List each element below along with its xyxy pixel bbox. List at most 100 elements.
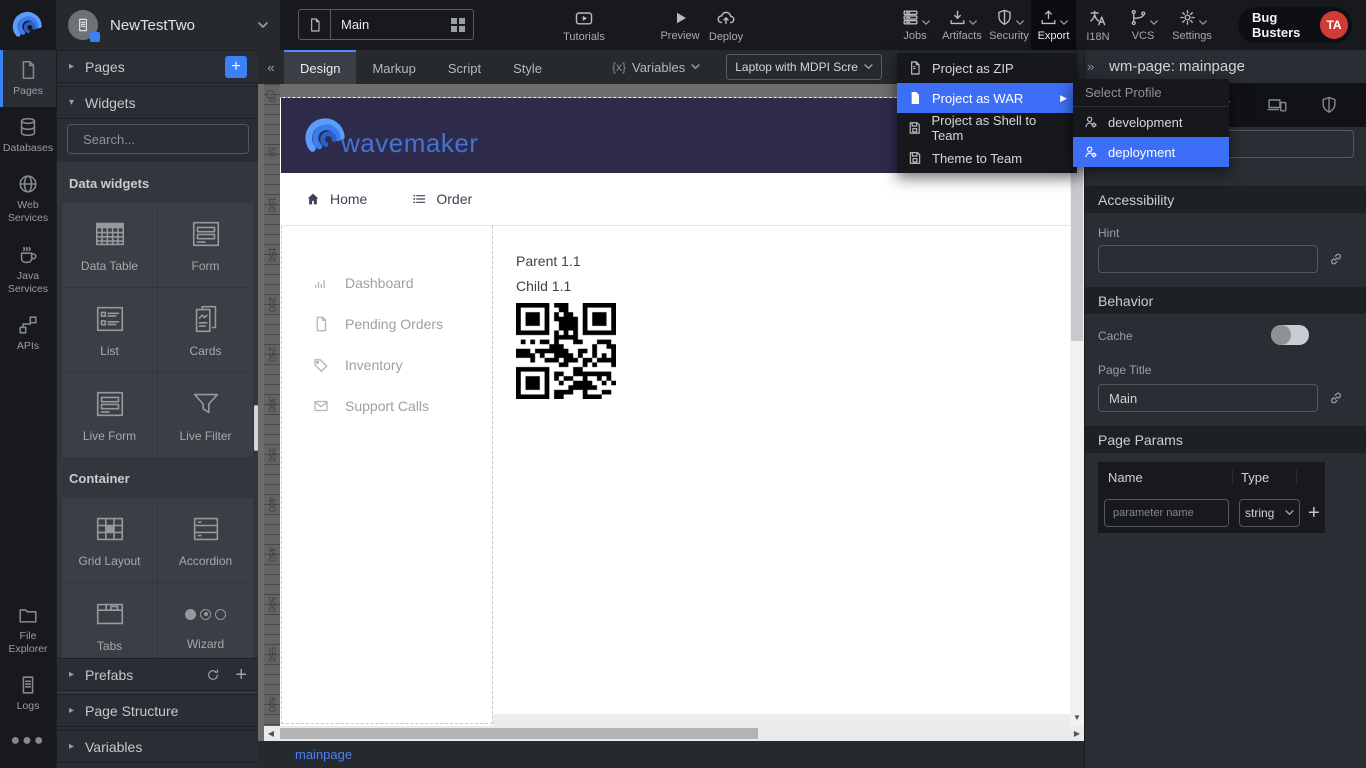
- tab-style[interactable]: Style: [497, 50, 558, 84]
- page-structure-section-header[interactable]: Page Structure: [57, 694, 259, 727]
- nav-item-home[interactable]: Home: [305, 191, 367, 207]
- scroll-left-arrow[interactable]: ◀: [264, 726, 278, 741]
- device-selector[interactable]: Laptop with MDPI Screen: [726, 54, 882, 80]
- add-page-button[interactable]: [225, 56, 247, 78]
- export-menu-button[interactable]: Export: [1031, 0, 1076, 50]
- jobs-menu-button[interactable]: Jobs: [893, 0, 937, 50]
- page-sidebar-item-inventory[interactable]: Inventory: [282, 344, 492, 385]
- page-sidebar-item-pending-orders[interactable]: Pending Orders: [282, 303, 492, 344]
- widget-search-input[interactable]: [83, 132, 259, 147]
- team-account-button[interactable]: Bug Busters TA: [1238, 7, 1352, 43]
- wavemaker-logo[interactable]: [0, 0, 56, 50]
- add-prefab-button[interactable]: +: [235, 668, 247, 682]
- preview-button[interactable]: Preview: [654, 0, 706, 50]
- collapse-right-panel-button[interactable]: [1087, 59, 1101, 74]
- param-type-select[interactable]: string: [1239, 499, 1300, 527]
- hint-input[interactable]: [1098, 245, 1318, 273]
- canvas-horizontal-scrollbar[interactable]: ◀ ▶: [264, 726, 1084, 741]
- sidebar-item-file-explorer[interactable]: File Explorer: [0, 595, 56, 665]
- download-icon: [948, 8, 967, 27]
- widget-tile-form[interactable]: Form: [158, 203, 253, 287]
- chevron-down-icon: [1016, 20, 1024, 26]
- widget-tile-live-form[interactable]: Live Form: [62, 373, 157, 457]
- widget-tile-wizard[interactable]: Wizard: [158, 583, 253, 667]
- artifacts-menu-button[interactable]: Artifacts: [937, 0, 987, 50]
- tab-devices-icon[interactable]: [1266, 95, 1288, 115]
- logs-icon: [17, 674, 39, 696]
- widget-tile-live-filter[interactable]: Live Filter: [158, 373, 253, 457]
- home-icon: [305, 191, 321, 207]
- scroll-right-arrow[interactable]: ▶: [1070, 726, 1084, 741]
- child-label[interactable]: Child 1.1: [516, 278, 1070, 294]
- widget-tile-cards[interactable]: Cards: [158, 288, 253, 372]
- tab-script[interactable]: Script: [432, 50, 497, 84]
- team-name: Bug Busters: [1252, 10, 1320, 40]
- tab-markup[interactable]: Markup: [356, 50, 431, 84]
- vcs-menu-button[interactable]: VCS: [1122, 0, 1164, 50]
- file-icon: [312, 315, 330, 333]
- pages-section-header[interactable]: Pages: [57, 50, 259, 83]
- avatar[interactable]: TA: [1320, 11, 1348, 39]
- active-page-link[interactable]: mainpage: [295, 747, 352, 762]
- sidebar-item-logs[interactable]: Logs: [0, 665, 56, 722]
- prefabs-section-header[interactable]: Prefabs +: [57, 658, 259, 691]
- open-page-tab[interactable]: Main: [298, 9, 474, 40]
- widget-tile-tabs[interactable]: Tabs: [62, 583, 157, 667]
- horizontal-scrollbar-thumb[interactable]: [280, 728, 758, 739]
- menu-item-project-as-zip[interactable]: Project as ZIP: [897, 53, 1077, 83]
- sidebar-item-pages[interactable]: Pages: [0, 50, 56, 107]
- page-sidebar-widget[interactable]: Dashboard Pending Orders Inventory Suppo…: [281, 226, 493, 724]
- settings-menu-button[interactable]: Settings: [1166, 0, 1218, 50]
- widget-tile-data-table[interactable]: Data Table: [62, 203, 157, 287]
- accessibility-section-header[interactable]: Accessibility: [1085, 186, 1366, 213]
- chevron-down-icon[interactable]: [258, 22, 268, 29]
- security-menu-button[interactable]: Security: [985, 0, 1033, 50]
- i18n-button[interactable]: I18N: [1078, 0, 1118, 50]
- variables-dropdown-button[interactable]: {x} Variables: [612, 60, 700, 75]
- nav-item-order[interactable]: Order: [411, 191, 472, 207]
- variables-section-header[interactable]: Variables: [57, 730, 259, 763]
- collapse-left-panel-button[interactable]: [262, 60, 280, 75]
- tab-design[interactable]: Design: [284, 50, 356, 84]
- widgets-section-header[interactable]: Widgets: [57, 86, 259, 119]
- menu-item-development-profile[interactable]: development: [1073, 107, 1229, 137]
- page-sidebar-item-support-calls[interactable]: Support Calls: [282, 385, 492, 426]
- more-options-button[interactable]: ●●●: [0, 722, 56, 760]
- scroll-down-arrow[interactable]: [1070, 712, 1084, 724]
- sidebar-item-apis[interactable]: APIs: [0, 305, 56, 362]
- deploy-button[interactable]: Deploy: [702, 0, 750, 50]
- canvas-vertical-scrollbar[interactable]: [1070, 85, 1084, 726]
- page-content-widget[interactable]: Parent 1.1 Child 1.1: [493, 226, 1070, 726]
- widget-tile-list[interactable]: List: [62, 288, 157, 372]
- project-switcher[interactable]: NewTestTwo: [56, 0, 280, 50]
- tutorials-button[interactable]: Tutorials: [556, 0, 612, 50]
- add-param-button[interactable]: [1308, 502, 1320, 525]
- page-title-input[interactable]: [1098, 384, 1318, 412]
- bind-property-link-icon[interactable]: [1327, 250, 1345, 268]
- youtube-icon: [574, 8, 594, 28]
- grid-view-icon[interactable]: [451, 18, 465, 32]
- pages-icon: [17, 59, 39, 81]
- parent-label[interactable]: Parent 1.1: [516, 253, 1070, 269]
- tab-security-shield-icon[interactable]: [1319, 95, 1339, 115]
- selected-widget-title: wm-page: mainpage: [1109, 58, 1245, 75]
- page-params-section-header[interactable]: Page Params: [1085, 426, 1366, 453]
- chevron-down-icon: [691, 64, 700, 70]
- bind-property-link-icon[interactable]: [1327, 389, 1345, 407]
- behavior-section-header[interactable]: Behavior: [1085, 287, 1366, 314]
- page-file-icon: [307, 17, 323, 33]
- param-name-input[interactable]: [1104, 499, 1229, 527]
- menu-item-theme-to-team[interactable]: Theme to Team: [897, 143, 1077, 173]
- menu-item-project-as-shell-to-team[interactable]: Project as Shell to Team: [897, 113, 1077, 143]
- cache-toggle[interactable]: [1271, 325, 1309, 345]
- widget-tile-grid-layout[interactable]: Grid Layout: [62, 498, 157, 582]
- design-canvas-page[interactable]: wavemaker Home Order Dashboard: [280, 97, 1070, 726]
- menu-item-project-as-war[interactable]: Project as WAR: [897, 83, 1077, 113]
- refresh-icon[interactable]: [205, 667, 221, 683]
- menu-item-deployment-profile[interactable]: deployment: [1073, 137, 1229, 167]
- page-sidebar-item-dashboard[interactable]: Dashboard: [282, 262, 492, 303]
- widget-tile-accordion[interactable]: Accordion: [158, 498, 253, 582]
- sidebar-item-databases[interactable]: Databases: [0, 107, 56, 164]
- sidebar-item-web-services[interactable]: Web Services: [0, 164, 56, 234]
- sidebar-item-java-services[interactable]: Java Services: [0, 235, 56, 305]
